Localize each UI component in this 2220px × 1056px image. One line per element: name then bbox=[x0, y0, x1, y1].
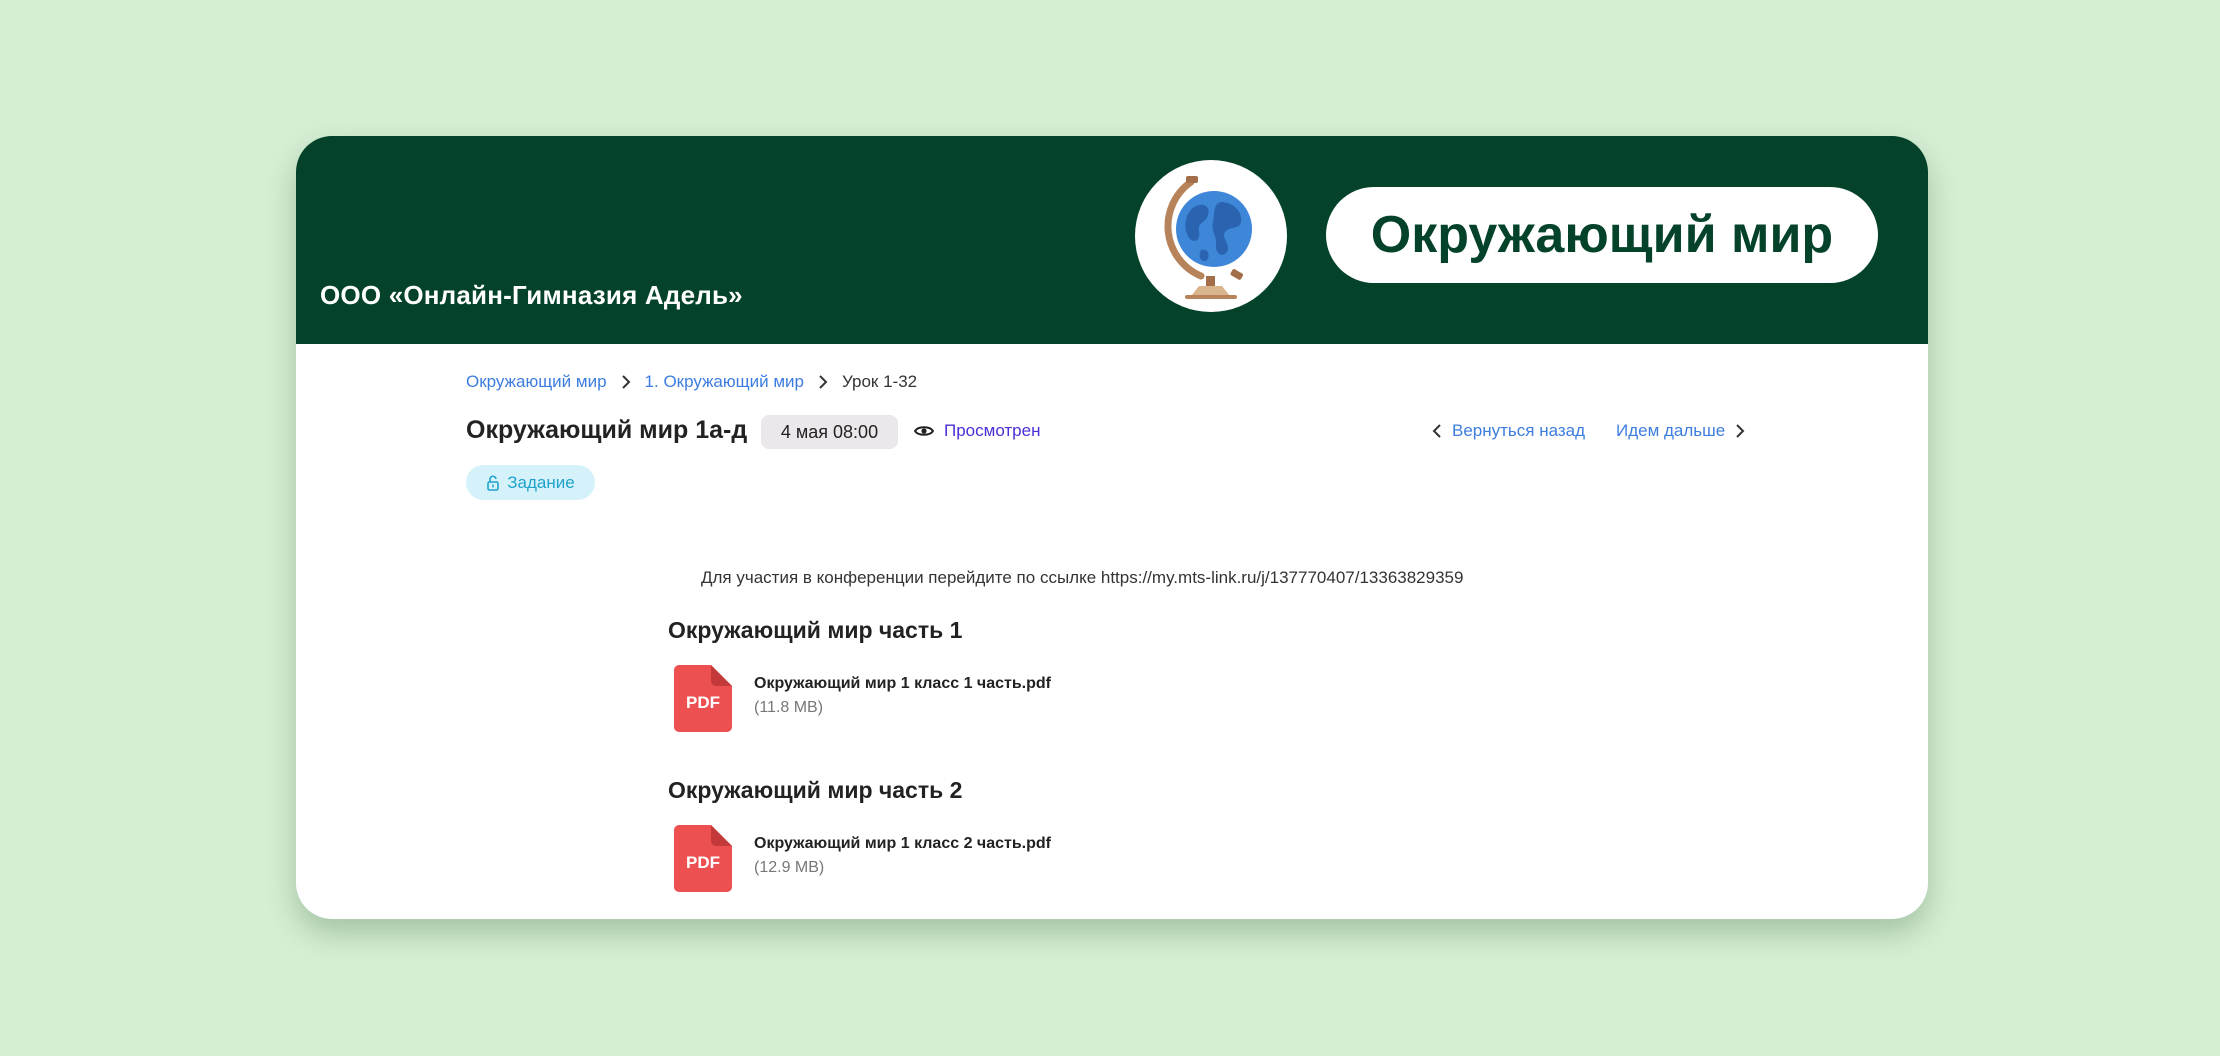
file-attachment[interactable]: PDF Окружающий мир 1 класс 2 часть.pdf (… bbox=[674, 825, 1051, 892]
viewed-status-label: Просмотрен bbox=[944, 421, 1041, 440]
unlock-icon bbox=[487, 474, 500, 491]
pdf-file-type: PDF bbox=[686, 693, 720, 712]
section-title: Окружающий мир часть 1 bbox=[668, 617, 963, 643]
file-size: (12.9 MB) bbox=[754, 859, 825, 876]
course-banner: ООО «Онлайн-Гимназия Адель» Окружающий м… bbox=[296, 136, 1928, 344]
back-button[interactable]: Вернуться назад bbox=[1432, 421, 1585, 441]
organization-name: ООО «Онлайн-Гимназия Адель» bbox=[320, 280, 743, 310]
pdf-file-icon: PDF bbox=[674, 665, 732, 732]
pdf-file-type: PDF bbox=[686, 853, 720, 872]
next-button[interactable]: Идем дальше bbox=[1616, 421, 1745, 441]
file-name[interactable]: Окружающий мир 1 класс 1 часть.pdf bbox=[754, 675, 1051, 693]
globe-icon bbox=[1164, 176, 1252, 299]
file-size: (11.8 MB) bbox=[754, 699, 824, 716]
file-meta: Окружающий мир 1 класс 2 часть.pdf (12.9… bbox=[754, 825, 1051, 892]
lesson-title: Окружающий мир 1а-д bbox=[466, 416, 748, 444]
chevron-right-icon bbox=[1736, 424, 1745, 438]
subject-title: Окружающий мир bbox=[1326, 187, 1878, 283]
file-name[interactable]: Окружающий мир 1 класс 2 часть.pdf bbox=[754, 835, 1051, 853]
breadcrumb: Окружающий мир 1. Окружающий мир Урок 1-… bbox=[466, 372, 917, 392]
breadcrumb-link-course[interactable]: Окружающий мир bbox=[466, 372, 607, 392]
breadcrumb-current: Урок 1-32 bbox=[841, 372, 918, 391]
file-attachment[interactable]: PDF Окружающий мир 1 класс 1 часть.pdf (… bbox=[674, 665, 1051, 732]
course-logo bbox=[1135, 160, 1287, 312]
viewed-status: Просмотрен bbox=[914, 421, 1040, 441]
conference-link-text[interactable]: Для участия в конференции перейдите по с… bbox=[701, 568, 1463, 588]
lesson-date-badge: 4 мая 08:00 bbox=[761, 415, 898, 449]
eye-icon bbox=[914, 426, 934, 436]
file-meta: Окружающий мир 1 класс 1 часть.pdf (11.8… bbox=[754, 665, 1051, 732]
breadcrumb-link-module[interactable]: 1. Окружающий мир bbox=[645, 372, 804, 392]
back-button-label: Вернуться назад bbox=[1452, 421, 1586, 440]
task-badge-label: Задание bbox=[507, 472, 575, 492]
pdf-file-icon: PDF bbox=[674, 825, 732, 892]
next-button-label: Идем дальше bbox=[1616, 421, 1726, 440]
chevron-right-icon bbox=[818, 375, 828, 389]
task-badge[interactable]: Задание bbox=[466, 465, 595, 500]
chevron-right-icon bbox=[621, 375, 631, 389]
section-title: Окружающий мир часть 2 bbox=[668, 777, 963, 803]
chevron-left-icon bbox=[1432, 424, 1441, 438]
lesson-card: ООО «Онлайн-Гимназия Адель» Окружающий м… bbox=[296, 136, 1928, 919]
